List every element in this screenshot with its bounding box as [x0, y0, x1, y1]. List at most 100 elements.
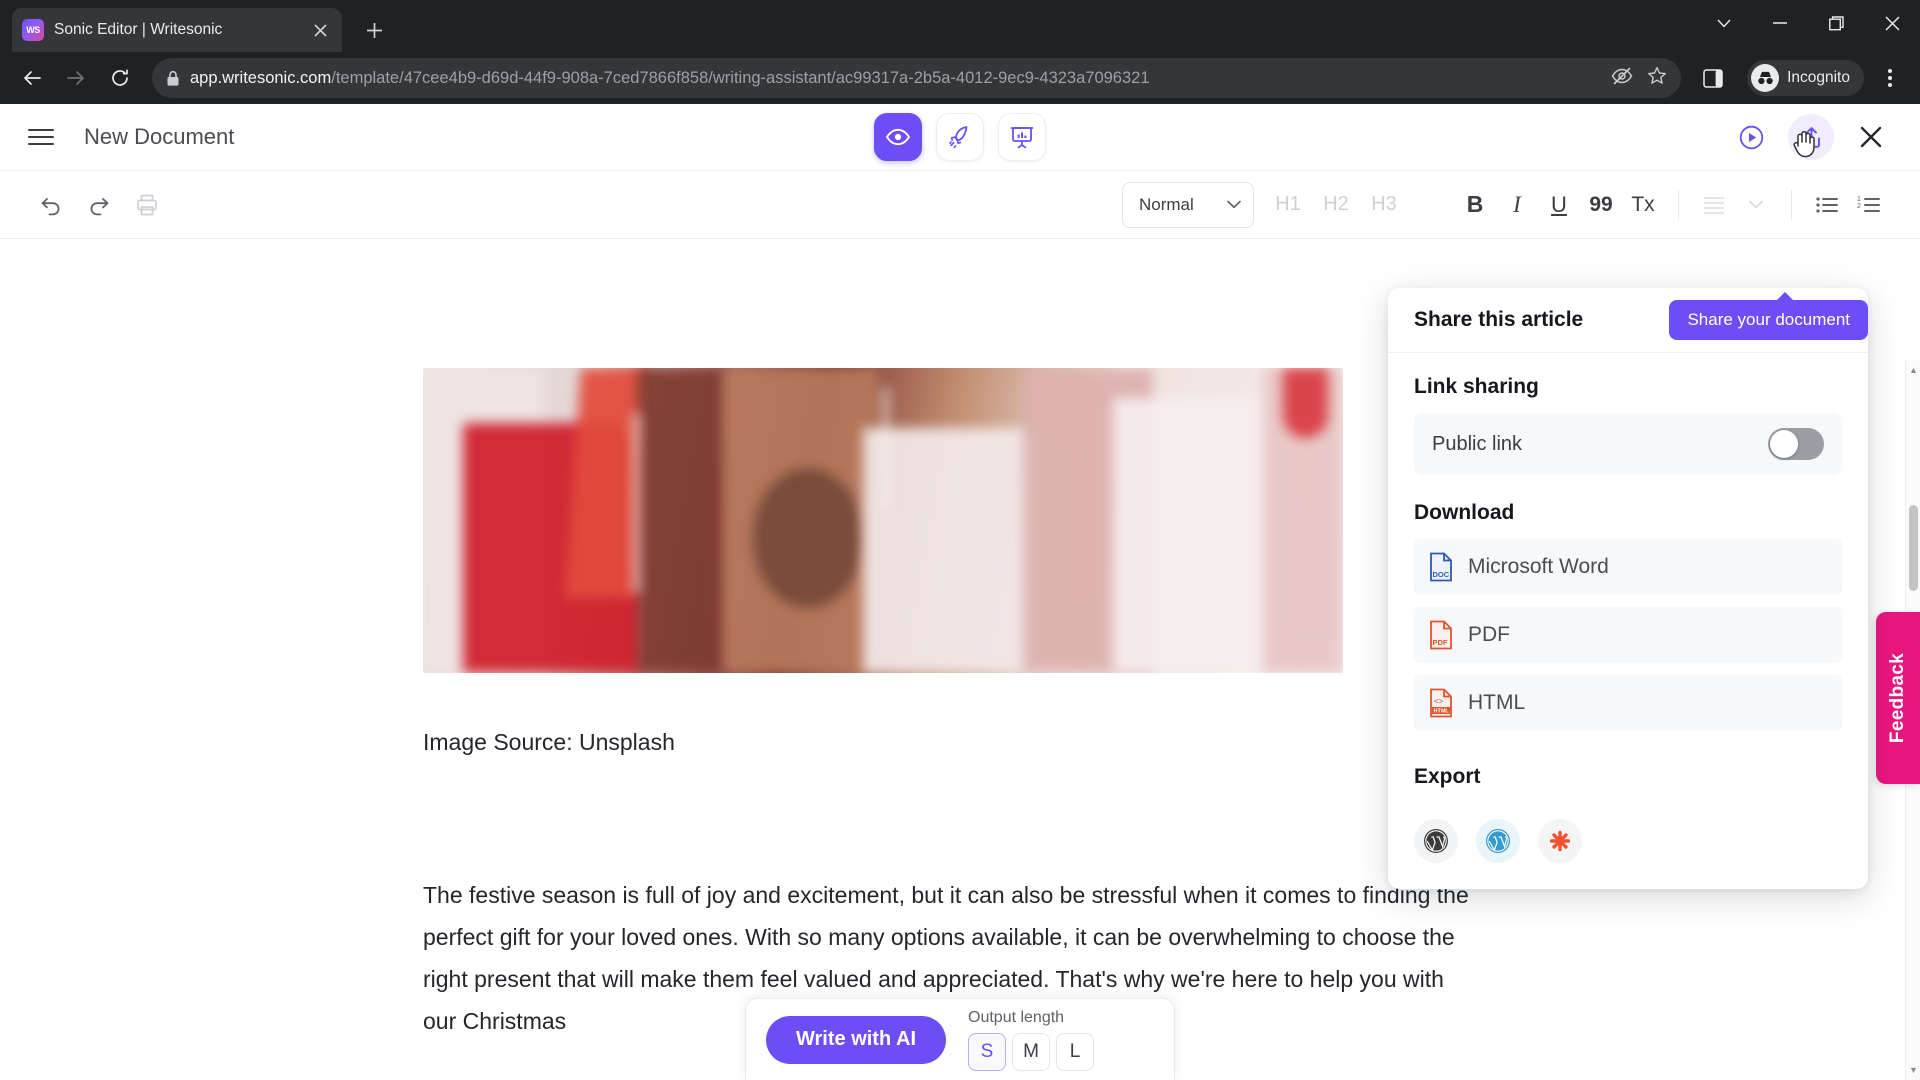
doc-file-icon: DOC: [1428, 552, 1454, 582]
browser-window: WS Sonic Editor | Writesonic app.writeso…: [0, 0, 1920, 1080]
public-link-toggle[interactable]: [1768, 428, 1824, 460]
align-dropdown-button[interactable]: [1735, 184, 1777, 226]
blockquote-label: 99: [1589, 192, 1613, 216]
browser-tab[interactable]: WS Sonic Editor | Writesonic: [12, 8, 342, 52]
close-editor-button[interactable]: [1848, 114, 1894, 160]
omnibox[interactable]: app.writesonic.com/template/47cee4b9-d69…: [152, 58, 1682, 98]
window-close-icon[interactable]: [1864, 0, 1920, 46]
link-sharing-title: Link sharing: [1414, 375, 1539, 398]
heading-1-label: H1: [1275, 193, 1301, 215]
analytics-presentation-button[interactable]: [998, 113, 1046, 161]
output-length-m[interactable]: M: [1012, 1032, 1050, 1071]
wordpress-icon: [1424, 829, 1448, 853]
window-minimize-icon[interactable]: [1752, 0, 1808, 46]
redo-button[interactable]: [78, 184, 120, 226]
kebab-dot: [1888, 69, 1892, 73]
asterisk-burst-icon: [1549, 830, 1571, 852]
window-maximize-icon[interactable]: [1808, 0, 1864, 46]
scrollbar-thumb[interactable]: [1909, 505, 1918, 591]
output-length-group: Output length S M L: [968, 1009, 1094, 1071]
download-title: Download: [1414, 501, 1515, 524]
back-button[interactable]: [12, 58, 52, 98]
lock-icon: [166, 70, 180, 87]
clear-format-button[interactable]: Tx: [1622, 184, 1664, 226]
close-tab-icon[interactable]: [308, 18, 332, 42]
write-with-ai-button[interactable]: Write with AI: [766, 1015, 946, 1064]
output-length-l[interactable]: L: [1056, 1032, 1094, 1071]
download-pdf-label: PDF: [1468, 623, 1510, 646]
svg-text:<>: <>: [1434, 697, 1444, 706]
wordpress-icon: [1486, 829, 1510, 853]
public-link-row[interactable]: Public link: [1414, 413, 1842, 475]
heading-3-label: H3: [1371, 193, 1397, 215]
paragraph-style-select[interactable]: Normal: [1122, 181, 1254, 228]
download-word-row[interactable]: DOC Microsoft Word: [1414, 539, 1842, 595]
preview-eye-button[interactable]: [874, 113, 922, 161]
heading-3-button[interactable]: H3: [1360, 193, 1408, 216]
align-button[interactable]: [1693, 184, 1735, 226]
tab-title: Sonic Editor | Writesonic: [54, 21, 223, 38]
menu-hamburger-icon[interactable]: [28, 120, 62, 154]
download-pdf-row[interactable]: PDF PDF: [1414, 607, 1842, 663]
omnibox-actions: [1611, 66, 1667, 91]
share-upload-icon: [1802, 126, 1820, 148]
tab-strip: WS Sonic Editor | Writesonic: [0, 0, 1920, 52]
undo-icon: [41, 197, 60, 215]
toolbar-divider: [1791, 189, 1792, 220]
chrome-menu-button[interactable]: [1872, 58, 1908, 98]
new-tab-button[interactable]: [356, 12, 392, 48]
scroll-down-arrow-icon[interactable]: ▼: [1906, 1062, 1920, 1078]
paragraph-style-value: Normal: [1139, 194, 1194, 214]
scroll-up-arrow-icon[interactable]: ▲: [1906, 362, 1920, 378]
output-length-s[interactable]: S: [968, 1032, 1006, 1071]
italic-label: I: [1513, 191, 1521, 217]
toggle-knob: [1770, 430, 1798, 458]
svg-text:2: 2: [1857, 203, 1861, 210]
feedback-tab[interactable]: Feedback: [1876, 612, 1920, 784]
underline-button[interactable]: U: [1538, 184, 1580, 226]
center-tool-group: [874, 113, 1046, 161]
bullet-list-icon: [1816, 196, 1838, 213]
link-sharing-section: Link sharing Public link: [1388, 353, 1868, 475]
bullet-list-button[interactable]: [1806, 184, 1848, 226]
close-icon: [1860, 126, 1882, 148]
download-html-row[interactable]: <> HTML HTML: [1414, 675, 1842, 731]
forward-button[interactable]: [56, 58, 96, 98]
print-button[interactable]: [126, 184, 168, 226]
url-path: /template/47cee4b9-d69d-44f9-908a-7ced78…: [331, 68, 1150, 87]
play-button[interactable]: [1728, 114, 1774, 160]
export-wordpress-dark-button[interactable]: [1414, 819, 1458, 863]
eye-icon: [885, 128, 911, 146]
hide-password-eye-icon[interactable]: [1611, 66, 1633, 91]
ai-action-bar: Write with AI Output length S M L: [745, 998, 1175, 1080]
incognito-label: Incognito: [1787, 69, 1850, 86]
download-section: Download DOC Microsoft Word PDF PDF <> HT…: [1388, 479, 1868, 731]
italic-button[interactable]: I: [1496, 184, 1538, 226]
reload-button[interactable]: [100, 58, 140, 98]
heading-2-button[interactable]: H2: [1312, 193, 1360, 216]
document-title[interactable]: New Document: [84, 124, 234, 150]
numbered-list-icon: 1 2: [1857, 196, 1880, 212]
undo-button[interactable]: [30, 184, 72, 226]
export-icon-list: [1414, 803, 1842, 889]
heading-1-button[interactable]: H1: [1264, 193, 1312, 216]
pdf-file-icon: PDF: [1428, 620, 1454, 650]
public-link-label: Public link: [1432, 432, 1523, 455]
share-button[interactable]: [1788, 114, 1834, 160]
export-title: Export: [1414, 765, 1481, 788]
bold-button[interactable]: B: [1454, 184, 1496, 226]
side-panel-icon[interactable]: [1693, 58, 1733, 98]
incognito-profile-pill[interactable]: Incognito: [1747, 60, 1864, 96]
bookmark-star-icon[interactable]: [1647, 66, 1667, 91]
boost-rocket-button[interactable]: [936, 113, 984, 161]
window-caret-down-icon[interactable]: [1696, 0, 1752, 46]
export-wordpress-blue-button[interactable]: [1476, 819, 1520, 863]
svg-text:PDF: PDF: [1433, 638, 1448, 647]
numbered-list-button[interactable]: 1 2: [1848, 184, 1890, 226]
blockquote-button[interactable]: 99: [1580, 184, 1622, 226]
heading-2-label: H2: [1323, 193, 1349, 215]
export-webflow-button[interactable]: [1538, 819, 1582, 863]
hamburger-line: [28, 143, 54, 145]
download-html-label: HTML: [1468, 691, 1526, 714]
export-section: Export: [1388, 743, 1868, 889]
